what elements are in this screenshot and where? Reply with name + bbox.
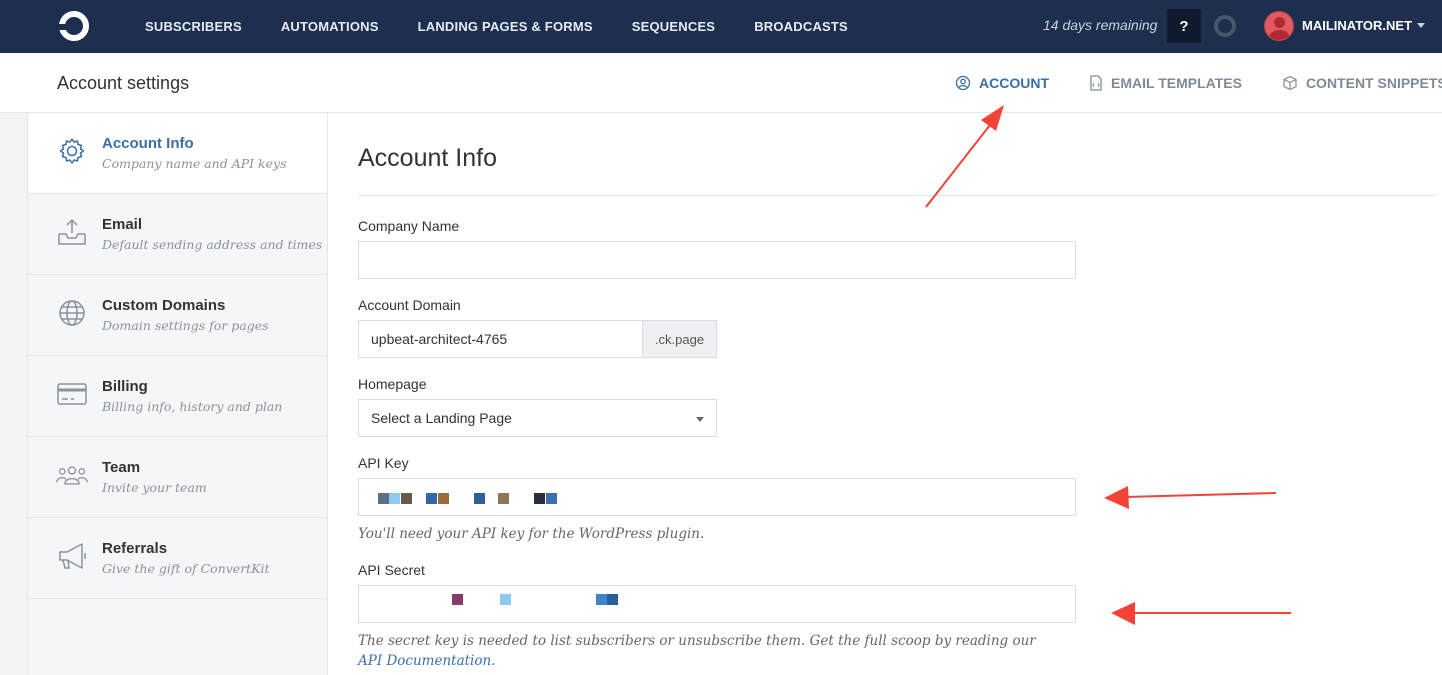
api-key-input[interactable]: [358, 478, 1076, 516]
page-title: Account settings: [57, 73, 190, 93]
domain-suffix: .ck.page: [642, 320, 717, 358]
api-secret-hint-end: .: [491, 653, 496, 669]
sidebar-item-email[interactable]: Email Default sending address and times: [28, 194, 327, 275]
settings-header: Account settings ACCOUNT EMAIL TEMPLATES…: [0, 53, 1442, 113]
redaction-block: [596, 594, 607, 605]
api-secret-input[interactable]: [358, 585, 1076, 623]
globe-icon: [59, 300, 85, 326]
sidebar-item-description: Company name and API keys: [102, 156, 287, 171]
settings-tabs: ACCOUNT EMAIL TEMPLATES CONTENT SNIPPETS: [955, 53, 1442, 113]
account-domain-group: .ck.page: [358, 320, 717, 358]
redaction-block: [474, 493, 485, 504]
homepage-select-value: Select a Landing Page: [371, 410, 512, 426]
sidebar-item-team[interactable]: Team Invite your team: [28, 437, 327, 518]
sidebar-item-description: Give the gift of ConvertKit: [102, 561, 270, 576]
user-menu-label: MAILINATOR.NET: [1302, 18, 1413, 33]
inbox-upload-icon: [58, 218, 86, 245]
main-nav: SUBSCRIBERS AUTOMATIONS LANDING PAGES & …: [145, 0, 887, 53]
user-menu-button[interactable]: MAILINATOR.NET: [1302, 18, 1426, 33]
tab-email-templates-label: EMAIL TEMPLATES: [1111, 75, 1242, 91]
top-navbar: SUBSCRIBERS AUTOMATIONS LANDING PAGES & …: [0, 0, 1442, 53]
redaction-block: [438, 493, 449, 504]
loading-ring-icon: [1214, 15, 1236, 37]
sidebar-item-description: Domain settings for pages: [102, 318, 269, 333]
homepage-label: Homepage: [358, 376, 427, 392]
tab-content-snippets-label: CONTENT SNIPPETS: [1305, 75, 1442, 91]
redaction-block: [426, 493, 437, 504]
redaction-block: [498, 493, 509, 504]
cube-icon: [1283, 75, 1297, 91]
avatar[interactable]: [1264, 11, 1294, 41]
annotation-arrow-api-key: [1104, 486, 1277, 509]
redaction-block: [500, 594, 511, 605]
tab-account-label: ACCOUNT: [979, 75, 1049, 91]
homepage-select[interactable]: Select a Landing Page: [358, 399, 717, 437]
redaction-block: [452, 594, 463, 605]
redaction-block: [607, 594, 618, 605]
tab-content-snippets[interactable]: CONTENT SNIPPETS: [1282, 75, 1442, 91]
sidebar-item-label: Custom Domains: [102, 297, 226, 314]
api-secret-hint: The secret key is needed to list subscri…: [358, 631, 1058, 671]
api-documentation-link[interactable]: API Documentation: [358, 653, 491, 669]
sidebar-item-billing[interactable]: Billing Billing info, history and plan: [28, 356, 327, 437]
nav-subscribers[interactable]: SUBSCRIBERS: [145, 19, 242, 34]
nav-automations[interactable]: AUTOMATIONS: [281, 19, 379, 34]
sidebar-item-account-info[interactable]: Account Info Company name and API keys: [28, 113, 327, 194]
sidebar-item-label: Email: [102, 216, 143, 233]
chevron-down-icon: [696, 417, 704, 422]
account-domain-input[interactable]: [358, 320, 642, 358]
section-title: Account Info: [358, 144, 497, 172]
nav-broadcasts[interactable]: BROADCASTS: [754, 19, 848, 34]
team-icon: [56, 466, 88, 485]
tab-account[interactable]: ACCOUNT: [955, 75, 1049, 91]
redaction-block: [546, 493, 557, 504]
tab-email-templates[interactable]: EMAIL TEMPLATES: [1089, 75, 1242, 91]
sidebar-item-description: Default sending address and times: [102, 237, 323, 252]
sidebar-item-label: Referrals: [102, 540, 168, 557]
api-secret-label: API Secret: [358, 562, 425, 578]
annotation-arrow-account: [925, 105, 1004, 208]
sidebar-item-description: Billing info, history and plan: [102, 399, 283, 414]
chevron-down-icon: [1417, 23, 1426, 28]
convertkit-logo-icon[interactable]: [56, 10, 92, 42]
help-button[interactable]: ?: [1167, 9, 1201, 43]
api-key-hint: You'll need your API key for the WordPre…: [358, 526, 705, 542]
redaction-block: [389, 493, 400, 504]
sidebar-item-label: Team: [102, 459, 141, 476]
nav-landing-pages-forms[interactable]: LANDING PAGES & FORMS: [418, 19, 593, 34]
left-gutter: [0, 113, 28, 675]
sidebar-item-referrals[interactable]: Referrals Give the gift of ConvertKit: [28, 518, 327, 599]
api-key-label: API Key: [358, 455, 409, 471]
sidebar-item-description: Invite your team: [102, 480, 207, 495]
annotation-arrow-api-secret: [1111, 602, 1291, 625]
user-circle-icon: [955, 75, 971, 91]
sidebar-item-label: Billing: [102, 378, 148, 395]
redaction-block: [534, 493, 545, 504]
trial-remaining-text[interactable]: 14 days remaining: [1043, 17, 1157, 33]
divider: [358, 195, 1436, 196]
nav-sequences[interactable]: SEQUENCES: [632, 19, 715, 34]
redaction-block: [401, 493, 412, 504]
settings-sidebar: Account Info Company name and API keys E…: [28, 113, 328, 675]
gear-icon: [59, 138, 85, 164]
megaphone-icon: [59, 543, 86, 569]
sidebar-item-label: Account Info: [102, 135, 194, 152]
account-domain-label: Account Domain: [358, 297, 461, 313]
document-icon: [1090, 75, 1102, 91]
api-secret-hint-text: The secret key is needed to list subscri…: [358, 633, 1036, 649]
sidebar-item-custom-domains[interactable]: Custom Domains Domain settings for pages: [28, 275, 327, 356]
credit-card-icon: [57, 383, 87, 405]
company-name-label: Company Name: [358, 218, 460, 234]
company-name-input[interactable]: [358, 241, 1076, 279]
redaction-block: [378, 493, 389, 504]
